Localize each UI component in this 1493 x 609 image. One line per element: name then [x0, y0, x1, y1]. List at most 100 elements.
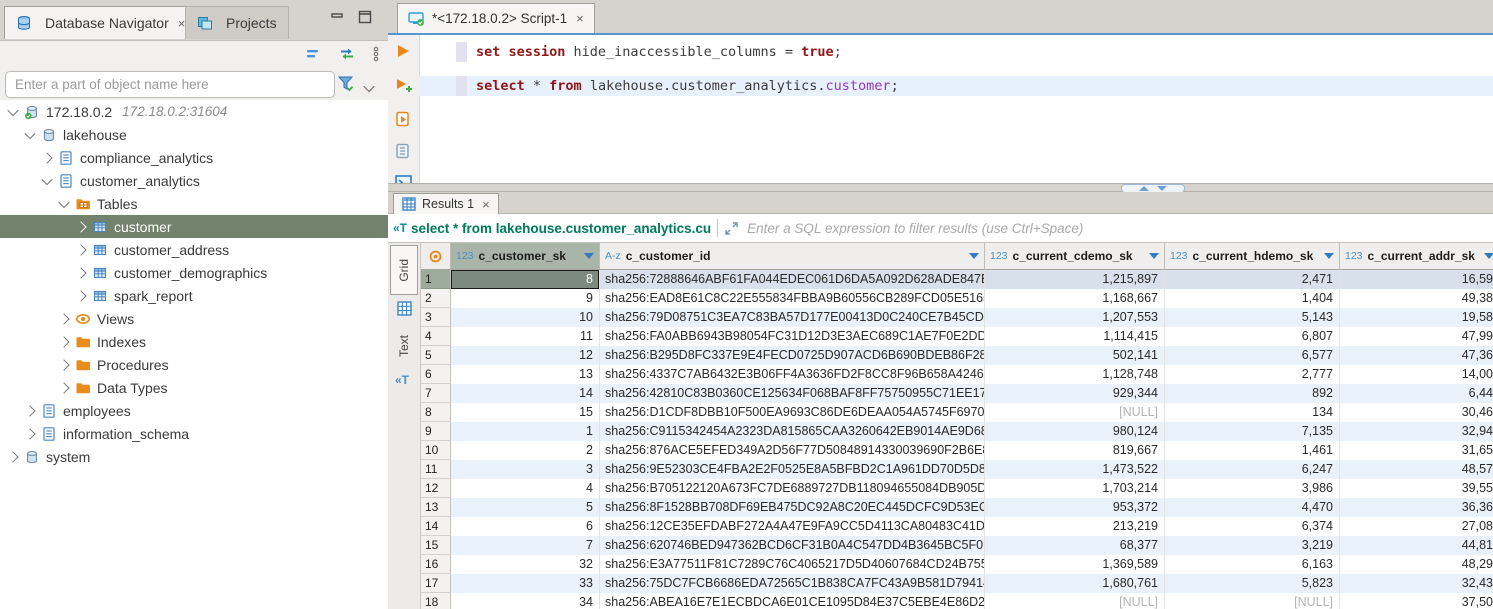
- grid-cell[interactable]: sha256:9E52303CE4FBA2E2F0525E8A5BFBD2C1A…: [600, 460, 985, 479]
- chevron-right-icon[interactable]: [75, 290, 86, 301]
- tree-item-customer-demographics[interactable]: customer_demographics: [0, 261, 388, 284]
- grid-cell[interactable]: sha256:79D08751C3EA7C83BA57D177E00413D0C…: [600, 308, 985, 327]
- grid-cell[interactable]: 819,667: [985, 441, 1165, 460]
- row-number[interactable]: 17: [421, 574, 451, 593]
- grid-cell[interactable]: 14,00: [1340, 365, 1493, 384]
- grid-cell[interactable]: [NULL]: [985, 403, 1165, 422]
- tree-item-customer-analytics[interactable]: customer_analytics: [0, 169, 388, 192]
- row-number[interactable]: 12: [421, 479, 451, 498]
- grid-cell[interactable]: 47,99: [1340, 327, 1493, 346]
- sort-dropdown-icon[interactable]: [969, 253, 979, 259]
- chevron-right-icon[interactable]: [75, 267, 86, 278]
- tree-item-information-schema[interactable]: information_schema: [0, 422, 388, 445]
- grid-cell[interactable]: sha256:E3A77511F81C7289C76C4065217D5D406…: [600, 555, 985, 574]
- row-number[interactable]: 3: [421, 308, 451, 327]
- editor-results-splitter[interactable]: [388, 183, 1493, 192]
- tab-projects[interactable]: Projects: [185, 6, 289, 39]
- grid-cell[interactable]: sha256:4337C7AB6432E3B06FF4A3636FD2F8CC8…: [600, 365, 985, 384]
- grid-cell[interactable]: 1,369,589: [985, 555, 1165, 574]
- chevron-right-icon[interactable]: [24, 428, 35, 439]
- row-number[interactable]: 7: [421, 384, 451, 403]
- row-number[interactable]: 2: [421, 289, 451, 308]
- grid-cell[interactable]: sha256:B705122120A673FC7DE6889727DB11809…: [600, 479, 985, 498]
- grid-cell[interactable]: sha256:B295D8FC337E9E4FECD0725D907ACD6B6…: [600, 346, 985, 365]
- grid-cell[interactable]: 1,703,214: [985, 479, 1165, 498]
- row-number[interactable]: 1: [421, 270, 451, 289]
- row-number[interactable]: 6: [421, 365, 451, 384]
- grid-cell[interactable]: 3,986: [1165, 479, 1340, 498]
- chevron-right-icon[interactable]: [75, 244, 86, 255]
- grid-cell[interactable]: 1: [451, 422, 600, 441]
- chevron-right-icon[interactable]: [41, 152, 52, 163]
- chevron-down-icon[interactable]: [24, 127, 35, 138]
- close-icon[interactable]: ×: [576, 11, 584, 26]
- chevron-right-icon[interactable]: [58, 359, 69, 370]
- grid-cell[interactable]: 7: [451, 536, 600, 555]
- grid-cell[interactable]: 6,577: [1165, 346, 1340, 365]
- tree-item-procedures[interactable]: Procedures: [0, 353, 388, 376]
- row-number[interactable]: 16: [421, 555, 451, 574]
- grid-cell[interactable]: 1,114,415: [985, 327, 1165, 346]
- grid-cell[interactable]: 1,215,897: [985, 270, 1165, 289]
- grid-cell[interactable]: sha256:C9115342454A2323DA815865CAA326064…: [600, 422, 985, 441]
- grid-cell[interactable]: 48,57: [1340, 460, 1493, 479]
- grid-cell[interactable]: 5,823: [1165, 574, 1340, 593]
- grid-cell[interactable]: 1,680,761: [985, 574, 1165, 593]
- row-number[interactable]: 13: [421, 498, 451, 517]
- grid-cell[interactable]: 892: [1165, 384, 1340, 403]
- grid-cell[interactable]: sha256:72888646ABF61FA044EDEC061D6DA5A09…: [600, 270, 985, 289]
- grid-cell[interactable]: 7,135: [1165, 422, 1340, 441]
- grid-cell[interactable]: sha256:8F1528BB708DF69EB475DC92A8C20EC44…: [600, 498, 985, 517]
- grid-cell[interactable]: 31,65: [1340, 441, 1493, 460]
- sort-dropdown-icon[interactable]: [1149, 253, 1159, 259]
- presentation-grid-tab[interactable]: Grid: [390, 245, 418, 295]
- column-header-c_customer_id[interactable]: A-zc_customer_id: [600, 243, 985, 270]
- grid-cell[interactable]: 6,163: [1165, 555, 1340, 574]
- row-number[interactable]: 11: [421, 460, 451, 479]
- grid-cell[interactable]: 953,372: [985, 498, 1165, 517]
- chevron-down-icon[interactable]: [7, 104, 18, 115]
- grid-cell[interactable]: 6,44: [1340, 384, 1493, 403]
- grid-cell[interactable]: 1,128,748: [985, 365, 1165, 384]
- grid-cell[interactable]: sha256:620746BED947362BCD6CF31B0A4C547DD…: [600, 536, 985, 555]
- tab-results-1[interactable]: Results 1 ×: [393, 193, 499, 214]
- row-number[interactable]: 5: [421, 346, 451, 365]
- tab-sql-script[interactable]: *<172.18.0.2> Script-1 ×: [397, 3, 595, 33]
- grid-cell[interactable]: 30,46: [1340, 403, 1493, 422]
- grid-cell[interactable]: [NULL]: [1165, 593, 1340, 609]
- grid-cell[interactable]: sha256:D1CDF8DBB10F500EA9693C86DE6DEAA05…: [600, 403, 985, 422]
- tree-item-lakehouse[interactable]: lakehouse: [0, 123, 388, 146]
- grid-cell[interactable]: 1,404: [1165, 289, 1340, 308]
- row-number[interactable]: 18: [421, 593, 451, 609]
- tab-database-navigator[interactable]: Database Navigator ×: [4, 6, 197, 39]
- tree-item-employees[interactable]: employees: [0, 399, 388, 422]
- grid-cell[interactable]: 39,55: [1340, 479, 1493, 498]
- tree-item-customer[interactable]: customer: [0, 215, 388, 238]
- chevron-right-icon[interactable]: [58, 336, 69, 347]
- chevron-down-icon[interactable]: [41, 173, 52, 184]
- tree-item-compliance-analytics[interactable]: compliance_analytics: [0, 146, 388, 169]
- minimize-icon[interactable]: [330, 12, 344, 24]
- maximize-icon[interactable]: [358, 10, 372, 22]
- tree-item-system[interactable]: system: [0, 445, 388, 468]
- grid-cell[interactable]: 19,58: [1340, 308, 1493, 327]
- sort-dropdown-icon[interactable]: [584, 253, 594, 259]
- grid-cell[interactable]: 47,36: [1340, 346, 1493, 365]
- grid-cell[interactable]: sha256:75DC7FCB6686EDA72565C1B838CA7FC43…: [600, 574, 985, 593]
- grid-cell[interactable]: 33: [451, 574, 600, 593]
- column-header-c_current_cdemo_sk[interactable]: 123c_current_cdemo_sk: [985, 243, 1165, 270]
- sort-dropdown-icon[interactable]: [1484, 253, 1493, 259]
- grid-cell[interactable]: 980,124: [985, 422, 1165, 441]
- grid-cell[interactable]: 49,38: [1340, 289, 1493, 308]
- results-filter-input[interactable]: [745, 220, 1493, 237]
- grid-cell[interactable]: 11: [451, 327, 600, 346]
- chevron-right-icon[interactable]: [7, 451, 18, 462]
- grid-cell[interactable]: sha256:876ACE5EFED349A2D56F77D5084891433…: [600, 441, 985, 460]
- row-number[interactable]: 9: [421, 422, 451, 441]
- tree-item-spark-report[interactable]: spark_report: [0, 284, 388, 307]
- grid-corner-cell[interactable]: [421, 243, 451, 270]
- grid-cell[interactable]: 5,143: [1165, 308, 1340, 327]
- sql-editor[interactable]: set session hide_inaccessible_columns = …: [388, 35, 1493, 183]
- grid-cell[interactable]: 48,29: [1340, 555, 1493, 574]
- grid-cell[interactable]: 2,471: [1165, 270, 1340, 289]
